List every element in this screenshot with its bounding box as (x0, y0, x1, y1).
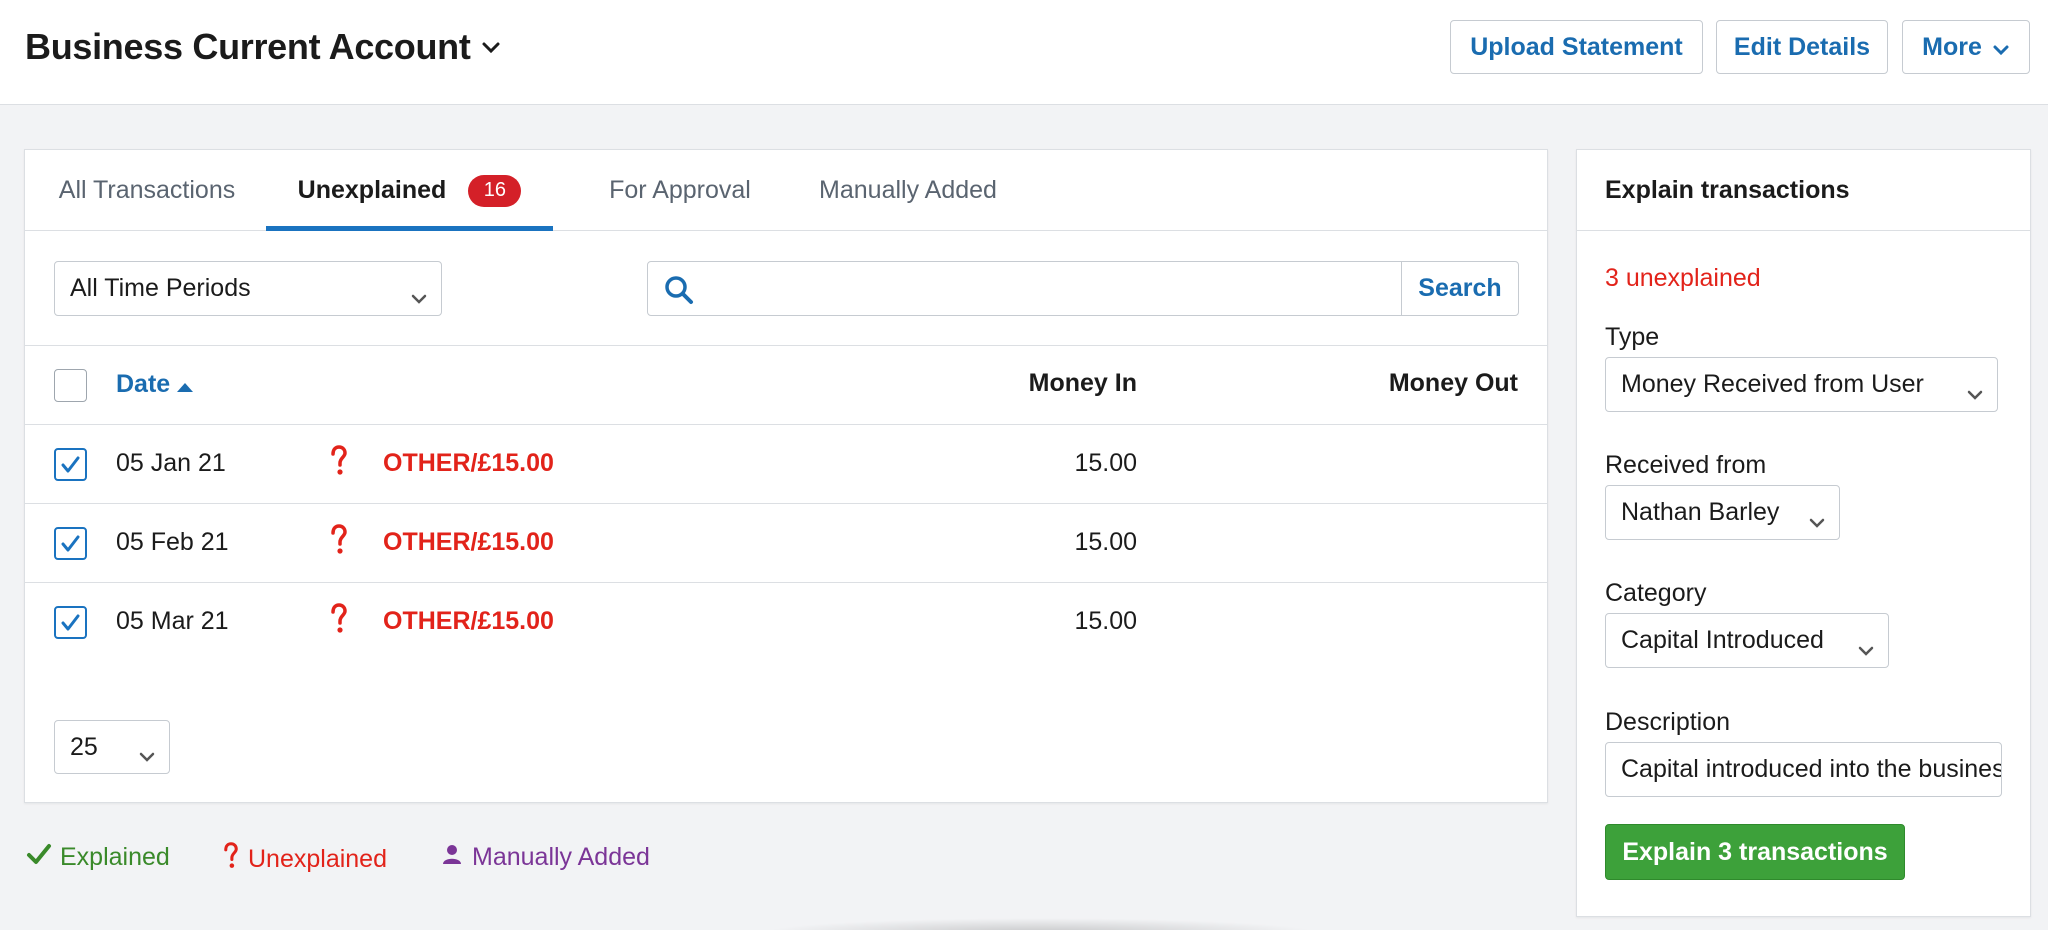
sort-ascending-icon (176, 371, 194, 400)
row-description-link[interactable]: OTHER/£15.00 (383, 607, 554, 636)
search-box: Search (647, 261, 1519, 316)
per-page-select[interactable]: 25 (54, 720, 170, 774)
checkmark-icon (61, 456, 80, 473)
chevron-down-icon (1858, 635, 1874, 664)
received-from-label: Received from (1605, 451, 1767, 479)
legend-unexplained-label: Unexplained (248, 845, 387, 873)
row-checkbox[interactable] (54, 448, 87, 481)
date-column-header[interactable]: Date (116, 369, 194, 400)
description-input[interactable]: Capital introduced into the business (1605, 742, 2002, 797)
chevron-down-icon (1992, 34, 2010, 63)
explain-transactions-button[interactable]: Explain 3 transactions (1605, 824, 1905, 880)
legend-manual-label: Manually Added (472, 843, 650, 871)
chevron-down-icon (139, 741, 155, 770)
chevron-down-icon (411, 283, 427, 312)
row-money-in: 15.00 (1074, 528, 1137, 556)
tab-unexplained-label: Unexplained (297, 176, 447, 204)
question-mark-icon (329, 524, 349, 561)
row-date: 05 Mar 21 (116, 607, 229, 635)
tab-all-transactions[interactable]: All Transactions (55, 150, 239, 231)
question-mark-icon (329, 603, 349, 640)
row-date: 05 Jan 21 (116, 449, 226, 477)
tab-manually-added[interactable]: Manually Added (808, 150, 1008, 231)
upload-statement-button[interactable]: Upload Statement (1450, 20, 1703, 74)
category-label: Category (1605, 579, 1707, 607)
more-button-label: More (1922, 32, 1982, 61)
row-description-link[interactable]: OTHER/£15.00 (383, 449, 554, 478)
category-select[interactable]: Capital Introduced (1605, 613, 1889, 668)
tab-for-approval[interactable]: For Approval (582, 150, 778, 231)
page-shadow (760, 918, 1320, 930)
page-header: Business Current Account Upload Statemen… (0, 0, 2048, 105)
account-selector[interactable]: Business Current Account (25, 26, 501, 68)
tab-unexplained[interactable]: Unexplained 16 (266, 150, 553, 231)
account-title: Business Current Account (25, 26, 471, 67)
search-icon (664, 275, 694, 310)
select-all-checkbox[interactable] (54, 369, 87, 402)
received-from-select[interactable]: Nathan Barley (1605, 485, 1840, 540)
time-period-select[interactable]: All Time Periods (54, 261, 442, 316)
row-description-link[interactable]: OTHER/£15.00 (383, 528, 554, 557)
checkmark-icon (61, 535, 80, 552)
category-value: Capital Introduced (1621, 626, 1824, 654)
legend-explained-label: Explained (60, 843, 170, 871)
table-row: 05 Feb 21 OTHER/£15.00 15.00 (25, 504, 1547, 583)
money-in-column-header: Money In (1028, 369, 1137, 397)
question-mark-icon (329, 445, 349, 482)
row-checkbox[interactable] (54, 527, 87, 560)
legend-explained: Explained (26, 842, 170, 873)
search-button[interactable]: Search (1401, 262, 1518, 315)
panel-title: Explain transactions (1577, 150, 2030, 231)
chevron-down-icon (1967, 379, 1983, 408)
user-icon (440, 842, 464, 873)
description-label: Description (1605, 708, 1731, 736)
received-from-value: Nathan Barley (1621, 498, 1780, 526)
checkmark-icon (61, 614, 80, 631)
per-page-value: 25 (70, 732, 98, 761)
unexplained-count-badge: 16 (468, 174, 522, 207)
transactions-card: All Transactions Unexplained 16 For Appr… (24, 149, 1548, 803)
table-header-row: Date Money In Money Out (25, 345, 1547, 425)
checkmark-icon (26, 842, 52, 873)
legend-manually-added: Manually Added (440, 842, 650, 873)
type-select[interactable]: Money Received from User (1605, 357, 1998, 412)
time-period-value: All Time Periods (70, 274, 251, 302)
transaction-tabs: All Transactions Unexplained 16 For Appr… (25, 150, 1547, 231)
row-checkbox[interactable] (54, 606, 87, 639)
table-row: 05 Mar 21 OTHER/£15.00 15.00 (25, 583, 1547, 662)
question-mark-icon (222, 842, 240, 877)
more-button[interactable]: More (1902, 20, 2030, 74)
date-column-label: Date (116, 370, 171, 398)
type-value: Money Received from User (1621, 370, 1924, 398)
legend-unexplained: Unexplained (222, 842, 387, 877)
type-label: Type (1605, 323, 1660, 351)
chevron-down-icon (1809, 507, 1825, 536)
unexplained-count-text: 3 unexplained (1605, 264, 1761, 292)
row-money-in: 15.00 (1074, 607, 1137, 635)
explain-transactions-panel: Explain transactions 3 unexplained Type … (1576, 149, 2031, 917)
table-row: 05 Jan 21 OTHER/£15.00 15.00 (25, 425, 1547, 504)
row-date: 05 Feb 21 (116, 528, 229, 556)
money-out-column-header: Money Out (1388, 369, 1518, 397)
search-input[interactable] (706, 268, 1396, 309)
chevron-down-icon (481, 41, 501, 60)
row-money-in: 15.00 (1074, 449, 1137, 477)
edit-details-button[interactable]: Edit Details (1716, 20, 1888, 74)
